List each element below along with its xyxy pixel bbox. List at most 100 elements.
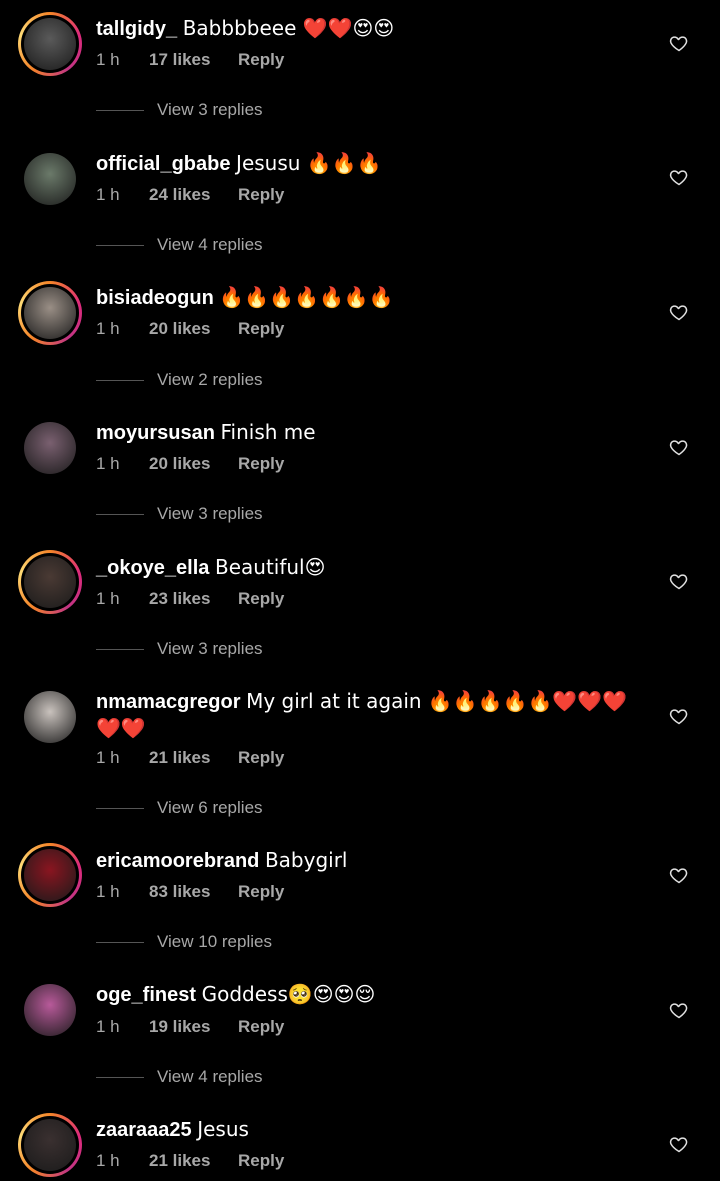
- view-replies-label: View 2 replies: [157, 370, 263, 389]
- reply-button[interactable]: Reply: [238, 881, 284, 903]
- avatar[interactable]: [24, 691, 76, 743]
- avatar-with-story-ring[interactable]: [18, 843, 82, 907]
- avatar-image: [24, 849, 76, 901]
- comment-meta: 1 h 20 likes Reply: [96, 453, 356, 475]
- avatar-image: [24, 287, 76, 339]
- comment-body: Babbbbeee ❤️❤️😍😍: [182, 16, 395, 40]
- comment-text-line: nmamacgregor My girl at it again 🔥🔥🔥🔥🔥❤️…: [96, 688, 650, 742]
- view-replies-label: View 4 replies: [157, 1067, 263, 1086]
- reply-button[interactable]: Reply: [238, 1150, 284, 1172]
- view-replies-label: View 3 replies: [157, 639, 263, 658]
- like-heart-icon[interactable]: [669, 437, 689, 457]
- comment-timestamp: 1 h: [96, 1017, 120, 1036]
- avatar-with-story-ring[interactable]: [18, 12, 82, 76]
- replies-divider: [96, 110, 144, 111]
- like-heart-icon[interactable]: [669, 865, 689, 885]
- view-replies-label: View 6 replies: [157, 798, 263, 817]
- avatar-with-story-ring[interactable]: [18, 1113, 82, 1177]
- comment-likes-link[interactable]: 19 likes: [149, 1016, 210, 1038]
- view-replies-label: View 10 replies: [157, 932, 272, 951]
- view-replies-button[interactable]: View 4 replies: [96, 1066, 356, 1088]
- avatar[interactable]: [24, 984, 76, 1036]
- comment-text-line: oge_finest Goddess🥺😍😍😌: [96, 981, 650, 1008]
- reply-button[interactable]: Reply: [238, 318, 284, 340]
- view-replies-button[interactable]: View 6 replies: [96, 797, 356, 819]
- comment-username[interactable]: moyursusan: [96, 422, 215, 444]
- comment-timestamp: 1 h: [96, 1151, 120, 1170]
- comment-likes-link[interactable]: 24 likes: [149, 184, 210, 206]
- reply-button[interactable]: Reply: [238, 747, 284, 769]
- reply-button[interactable]: Reply: [238, 1016, 284, 1038]
- comment-likes-link[interactable]: 20 likes: [149, 318, 210, 340]
- reply-button[interactable]: Reply: [238, 49, 284, 71]
- comment-meta: 1 h 19 likes Reply: [96, 1016, 356, 1038]
- comment-body: Jesusu 🔥🔥🔥: [236, 151, 382, 175]
- comment-username[interactable]: zaaraaa25: [96, 1119, 192, 1141]
- comment-text-line: tallgidy_ Babbbbeee ❤️❤️😍😍: [96, 15, 650, 42]
- like-heart-icon[interactable]: [669, 1134, 689, 1154]
- replies-divider: [96, 649, 144, 650]
- comment-timestamp: 1 h: [96, 748, 120, 767]
- avatar-with-story-ring[interactable]: [18, 550, 82, 614]
- comment-timestamp: 1 h: [96, 185, 120, 204]
- avatar-image: [24, 691, 76, 743]
- comment-username[interactable]: tallgidy_: [96, 18, 177, 40]
- like-heart-icon[interactable]: [669, 706, 689, 726]
- comment-username[interactable]: nmamacgregor: [96, 691, 241, 713]
- avatar-with-story-ring[interactable]: [18, 281, 82, 345]
- comment-text-line: moyursusan Finish me: [96, 419, 650, 446]
- view-replies-button[interactable]: View 3 replies: [96, 503, 356, 525]
- comment-meta: 1 h 83 likes Reply: [96, 881, 356, 903]
- like-heart-icon[interactable]: [669, 33, 689, 53]
- view-replies-button[interactable]: View 10 replies: [96, 931, 356, 953]
- like-heart-icon[interactable]: [669, 302, 689, 322]
- reply-button[interactable]: Reply: [238, 184, 284, 206]
- replies-divider: [96, 942, 144, 943]
- comment-username[interactable]: _okoye_ella: [96, 557, 209, 579]
- comment-username[interactable]: official_gbabe: [96, 153, 230, 175]
- comment-text-line: official_gbabe Jesusu 🔥🔥🔥: [96, 150, 650, 177]
- replies-divider: [96, 380, 144, 381]
- comment-likes-link[interactable]: 21 likes: [149, 1150, 210, 1172]
- view-replies-label: View 4 replies: [157, 235, 263, 254]
- comment-meta: 1 h 21 likes Reply: [96, 747, 356, 769]
- view-replies-label: View 3 replies: [157, 100, 263, 119]
- comment-likes-link[interactable]: 21 likes: [149, 747, 210, 769]
- view-replies-button[interactable]: View 2 replies: [96, 369, 356, 391]
- comment-meta: 1 h 20 likes Reply: [96, 318, 356, 340]
- replies-divider: [96, 245, 144, 246]
- comment-timestamp: 1 h: [96, 589, 120, 608]
- comment-text-line: bisiadeogun 🔥🔥🔥🔥🔥🔥🔥: [96, 284, 650, 311]
- comment-text-line: zaaraaa25 Jesus: [96, 1116, 650, 1143]
- avatar-image: [24, 422, 76, 474]
- reply-button[interactable]: Reply: [238, 453, 284, 475]
- comment-text-line: _okoye_ella Beautiful😍: [96, 554, 650, 581]
- comment-text-line: ericamoorebrand Babygirl: [96, 847, 650, 874]
- view-replies-label: View 3 replies: [157, 504, 263, 523]
- comment-meta: 1 h 24 likes Reply: [96, 184, 356, 206]
- like-heart-icon[interactable]: [669, 571, 689, 591]
- view-replies-button[interactable]: View 3 replies: [96, 99, 356, 121]
- comment-timestamp: 1 h: [96, 319, 120, 338]
- avatar-image: [24, 153, 76, 205]
- comment-likes-link[interactable]: 17 likes: [149, 49, 210, 71]
- avatar[interactable]: [24, 153, 76, 205]
- replies-divider: [96, 514, 144, 515]
- view-replies-button[interactable]: View 3 replies: [96, 638, 356, 660]
- comment-likes-link[interactable]: 23 likes: [149, 588, 210, 610]
- comment-likes-link[interactable]: 83 likes: [149, 881, 210, 903]
- avatar-image: [24, 18, 76, 70]
- view-replies-button[interactable]: View 4 replies: [96, 234, 356, 256]
- reply-button[interactable]: Reply: [238, 588, 284, 610]
- comment-meta: 1 h 21 likes Reply: [96, 1150, 356, 1172]
- comment-username[interactable]: ericamoorebrand: [96, 850, 259, 872]
- avatar[interactable]: [24, 422, 76, 474]
- comment-username[interactable]: bisiadeogun: [96, 287, 214, 309]
- comment-likes-link[interactable]: 20 likes: [149, 453, 210, 475]
- like-heart-icon[interactable]: [669, 1000, 689, 1020]
- comment-username[interactable]: oge_finest: [96, 984, 196, 1006]
- avatar-image: [24, 984, 76, 1036]
- like-heart-icon[interactable]: [669, 167, 689, 187]
- comment-body: Babygirl: [264, 848, 348, 872]
- replies-divider: [96, 808, 144, 809]
